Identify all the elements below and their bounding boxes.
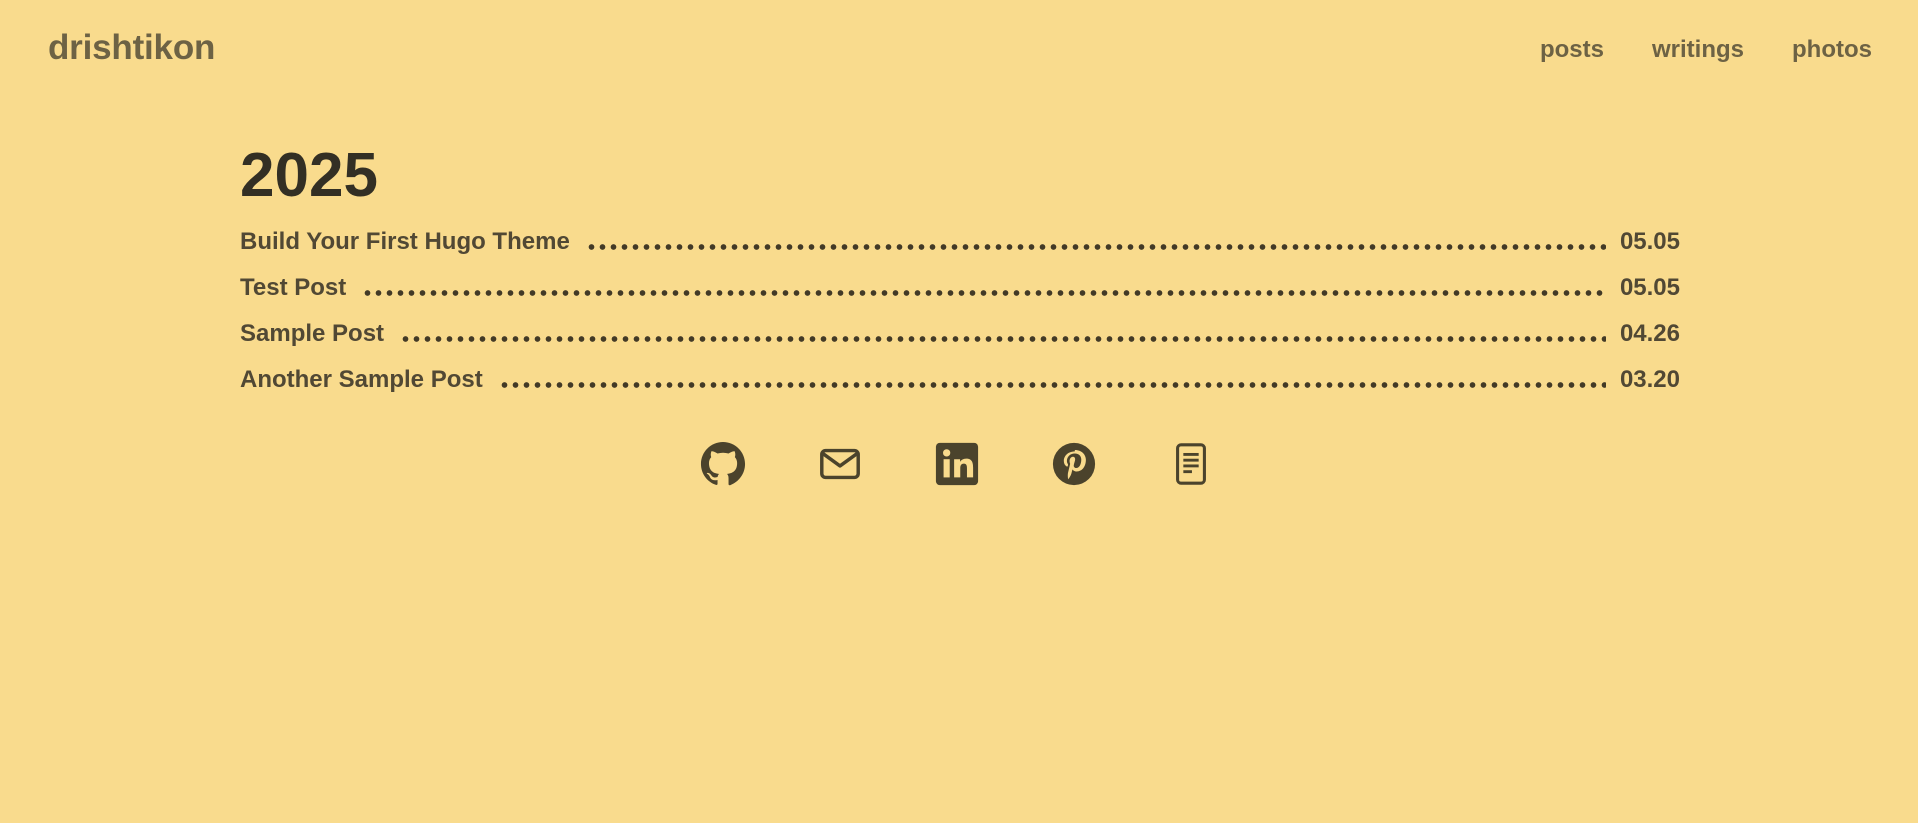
post-title-link[interactable]: Sample Post	[240, 320, 384, 348]
dot-leader	[362, 290, 1606, 296]
dot-leader	[585, 244, 1606, 250]
post-title-link[interactable]: Build Your First Hugo Theme	[240, 228, 570, 256]
main-content: 2025 Build Your First Hugo Theme 05.05 T…	[240, 140, 1680, 412]
nav-posts[interactable]: posts	[1540, 36, 1604, 64]
nav-photos[interactable]: photos	[1792, 36, 1872, 64]
post-date: 05.05	[1619, 274, 1680, 301]
post-date: 04.26	[1619, 320, 1680, 347]
site-title-link[interactable]: drishtikon	[48, 28, 215, 68]
post-item: Another Sample Post 03.20	[240, 366, 1680, 412]
year-heading: 2025	[240, 141, 378, 210]
site-header: drishtikon posts writings photos	[0, 0, 1918, 104]
post-item: Build Your First Hugo Theme 05.05	[240, 228, 1680, 274]
linkedin-icon	[935, 442, 979, 486]
social-links	[700, 441, 1214, 487]
github-icon	[700, 441, 746, 486]
linkedin-link[interactable]	[934, 441, 980, 487]
dot-leader	[400, 336, 1606, 342]
nav-writings[interactable]: writings	[1652, 36, 1744, 64]
post-title-link[interactable]: Another Sample Post	[240, 366, 483, 394]
pinterest-icon	[1052, 442, 1096, 486]
post-title-link[interactable]: Test Post	[240, 274, 346, 302]
post-item: Sample Post 04.26	[240, 320, 1680, 366]
post-item: Test Post 05.05	[240, 274, 1680, 320]
resume-link[interactable]	[1168, 441, 1214, 487]
github-link[interactable]	[700, 441, 746, 487]
post-date: 03.20	[1619, 366, 1680, 393]
post-list: Build Your First Hugo Theme 05.05 Test P…	[240, 228, 1680, 412]
main-nav: posts writings photos	[1540, 36, 1872, 64]
email-link[interactable]	[817, 441, 863, 487]
document-icon	[1176, 443, 1206, 485]
post-date: 05.05	[1619, 228, 1680, 255]
mail-icon	[820, 448, 860, 480]
dot-leader	[498, 382, 1606, 388]
pinterest-link[interactable]	[1051, 441, 1097, 487]
